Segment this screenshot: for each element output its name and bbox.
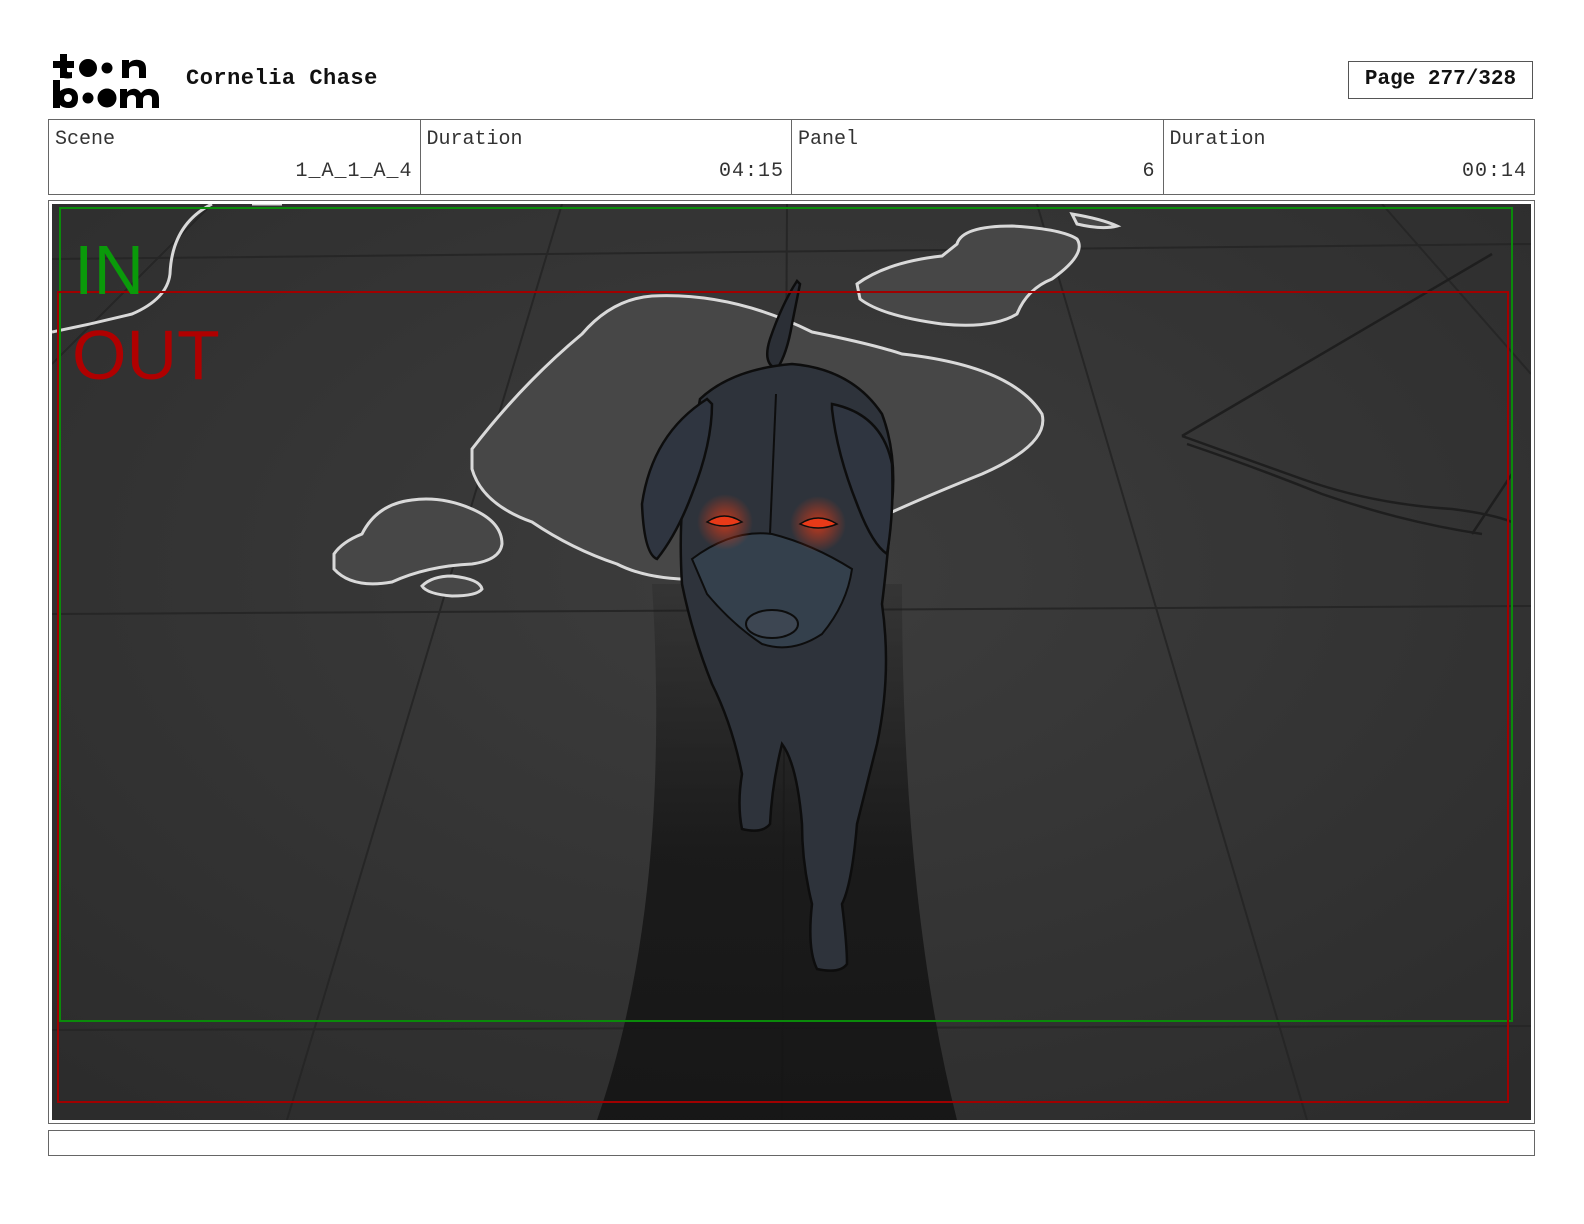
page-number: Page 277/328 bbox=[1348, 61, 1533, 99]
panel-value: 6 bbox=[1142, 160, 1156, 183]
scene-duration-value: 04:15 bbox=[718, 160, 784, 183]
panel-caption-box bbox=[48, 1130, 1535, 1156]
storyboard-panel-drawing: IN OUT bbox=[52, 204, 1531, 1120]
in-label: IN bbox=[74, 231, 144, 309]
scene-label: Scene bbox=[55, 128, 116, 151]
panel-label: Panel bbox=[798, 128, 859, 151]
panel-duration-value: 00:14 bbox=[1461, 160, 1527, 183]
panel-cell: Panel 6 bbox=[791, 120, 1163, 194]
panel-duration-cell: Duration 00:14 bbox=[1162, 120, 1535, 194]
scene-duration-cell: Duration 04:15 bbox=[419, 120, 792, 194]
scene-duration-label: Duration bbox=[426, 128, 523, 151]
scene-value: 1_A_1_A_4 bbox=[295, 160, 413, 183]
scene-cell: Scene 1_A_1_A_4 bbox=[49, 120, 420, 194]
toon-boom-logo bbox=[53, 54, 159, 108]
out-label: OUT bbox=[72, 316, 220, 394]
scene-info-bar: Scene 1_A_1_A_4 Duration 04:15 Panel 6 D… bbox=[48, 119, 1535, 195]
project-title: Cornelia Chase bbox=[186, 66, 378, 91]
panel-duration-label: Duration bbox=[1169, 128, 1266, 151]
